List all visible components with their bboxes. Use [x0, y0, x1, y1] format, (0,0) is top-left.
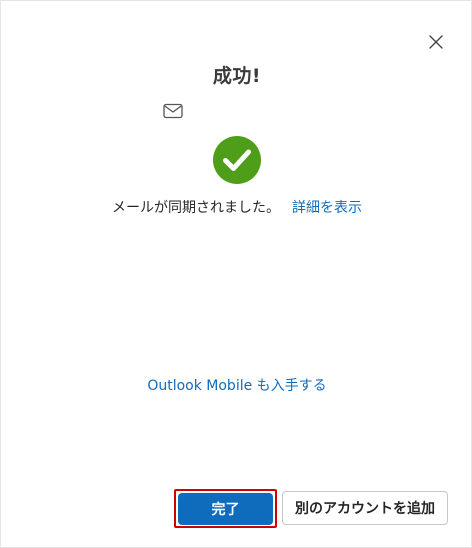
checkmark-circle-icon: [213, 136, 261, 184]
close-button[interactable]: [426, 32, 446, 52]
status-message: メールが同期されました。: [112, 200, 280, 216]
dialog-title: 成功!: [212, 65, 262, 87]
done-button[interactable]: 完了: [178, 493, 273, 525]
done-button-highlight: 完了: [174, 489, 277, 528]
close-icon: [429, 35, 443, 49]
mail-icon: [163, 103, 183, 119]
get-outlook-mobile-link[interactable]: Outlook Mobile も入手する: [147, 378, 326, 394]
get-mobile-row: Outlook Mobile も入手する: [1, 375, 472, 395]
success-dialog: 成功! メールが同期されました。 詳細を表示 Outlook Mobile も入手…: [0, 0, 472, 548]
view-details-link[interactable]: 詳細を表示: [292, 200, 362, 216]
add-another-account-button[interactable]: 別のアカウントを追加: [282, 491, 448, 525]
status-row: メールが同期されました。 詳細を表示: [1, 197, 472, 217]
